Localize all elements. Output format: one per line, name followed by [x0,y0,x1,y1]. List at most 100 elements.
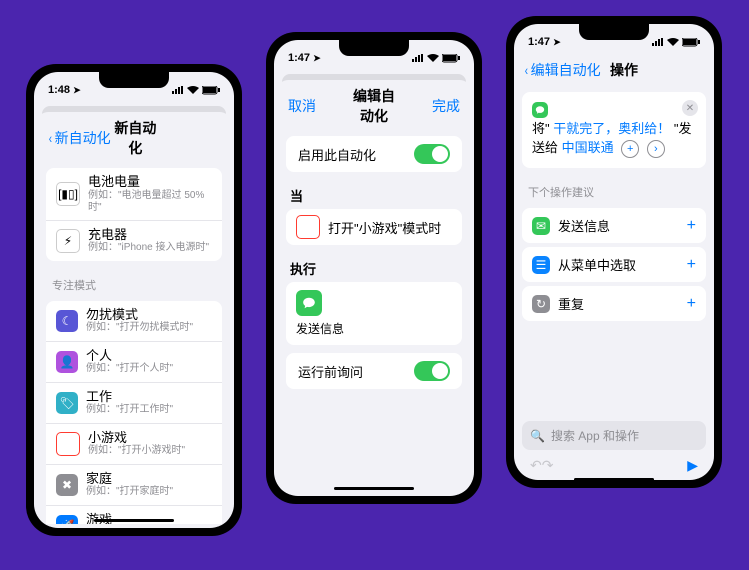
nav-bar: ‹编辑自动化 操作 [514,54,714,86]
notch [99,72,169,88]
suggestion-icon: ↻ [532,295,550,313]
row-icon: ✖ [56,474,78,496]
row-title: 电池电量 [88,174,212,190]
wifi-icon [427,54,439,62]
suggestion-row-1[interactable]: ☰ 从菜单中选取 + [522,247,706,282]
page-title: 编辑自动化 [348,86,400,126]
list-row-focus2[interactable]: 🏷 工作例如："打开工作时" [46,382,222,423]
action-name: 发送信息 [296,320,452,337]
row-icon: 👤 [56,351,78,373]
battery-icon [682,38,700,47]
toggle-ask[interactable] [414,361,450,381]
nav-bar: ‹新自动化 新自动化 [38,112,230,164]
signal-icon [172,86,184,94]
chevron-left-icon: ‹ [525,62,528,78]
section-when: 当 [278,180,470,207]
phone-right: 1:47 ➤ ‹编辑自动化 操作 ✕ 将" 干就完了，奥利给！ "发送给 中国联… [506,16,722,488]
card-message-text[interactable]: 干就完了，奥利给！ [553,121,670,136]
row-subtitle: 例如："iPhone 接入电源时" [88,242,212,254]
suggestion-icon: ✉ [532,217,550,235]
add-suggestion-button[interactable]: + [687,256,696,274]
screen-left: 1:48 ➤ ‹新自动化 新自动化 [▮▯]电池电量例如："电池电量超过 50%… [34,72,234,528]
battery-icon [442,54,460,63]
suggestion-icon: ☰ [532,256,550,274]
row-subtitle: 例如："打开工作时" [86,404,212,416]
wifi-icon [187,86,199,94]
notch [579,24,649,40]
nav-bar: 取消 编辑自动化 完成 [278,80,470,132]
signal-icon [412,54,424,62]
row-icon: [▮▯] [56,182,80,206]
group-battery: [▮▯] 电池电量例如："电池电量超过 50% 时" ⚡︎ 充电器例如："iPhone… [46,168,222,261]
list-row-focus4[interactable]: ✖家庭例如："打开家庭时" [46,464,222,505]
trigger-row[interactable]: 打开"小游戏"模式时 [286,209,462,245]
row-title: 充电器 [88,227,212,243]
list-row-focus0[interactable]: ☾勿扰模式例如："打开勿扰模式时" [46,301,222,341]
group-focus: ☾勿扰模式例如："打开勿扰模式时"👤个人例如："打开个人时" 🏷 工作例如："打开工… [46,301,222,524]
undo-button[interactable]: ↶ [530,457,542,474]
action-summary-card[interactable]: ✕ 将" 干就完了，奥利给！ "发送给 中国联通 + › [522,92,706,168]
row-label: 运行前询问 [298,362,363,381]
suggestion-title: 重复 [558,294,584,313]
row-label: 启用此自动化 [298,145,376,164]
screen-center: 1:47 ➤ 取消 编辑自动化 完成 启用此自动化 当 [274,40,474,496]
row-icon: 🏷 [56,392,78,414]
notch [339,40,409,56]
nav-back-button[interactable]: ‹新自动化 [48,128,111,148]
wifi-icon [667,38,679,46]
card-text-pre: 将" [532,121,553,136]
modal-foreground: 取消 编辑自动化 完成 启用此自动化 当 打开"小游戏"模式时 执行 [278,80,470,492]
home-indicator[interactable] [334,487,414,490]
row-subtitle: 例如："电池电量超过 50% 时" [88,190,212,214]
done-button[interactable]: 完成 [400,96,460,116]
card-recipient[interactable]: 中国联通 [562,140,614,155]
row-title: 工作 [86,389,212,405]
action-card[interactable]: 发送信息 [286,282,462,345]
trigger-text: 打开"小游戏"模式时 [328,218,441,237]
run-button[interactable]: ▶ [687,457,698,474]
row-icon [56,432,80,456]
messages-icon [532,102,548,118]
section-header-suggestions: 下个操作建议 [514,176,714,204]
messages-icon [296,290,322,316]
row-title: 游戏 [86,512,212,524]
list-row-top1[interactable]: ⚡︎ 充电器例如："iPhone 接入电源时" [46,220,222,261]
redo-button[interactable]: ↷ [542,457,554,474]
add-suggestion-button[interactable]: + [687,217,696,235]
search-placeholder: 搜索 App 和操作 [551,427,639,444]
search-apps-actions[interactable]: 🔍 搜索 App 和操作 [522,421,706,450]
nav-back-button[interactable]: ‹编辑自动化 [524,60,604,80]
page-title: 新自动化 [111,118,160,158]
phone-center: 1:47 ➤ 取消 编辑自动化 完成 启用此自动化 当 [266,32,482,504]
row-icon: ☾ [56,310,78,332]
toggle-enable[interactable] [414,144,450,164]
row-title: 家庭 [86,471,212,487]
focus-gaming-icon [296,215,320,239]
search-icon: 🔍 [530,429,545,443]
bottom-toolbar: ↶ ↷ ▶ [514,457,714,474]
remove-action-button[interactable]: ✕ [682,100,698,116]
add-suggestion-button[interactable]: + [687,295,696,313]
screen-right: 1:47 ➤ ‹编辑自动化 操作 ✕ 将" 干就完了，奥利给！ "发送给 中国联… [514,24,714,480]
cancel-button[interactable]: 取消 [288,96,348,116]
list-row-focus1[interactable]: 👤个人例如："打开个人时" [46,341,222,382]
chevron-left-icon: ‹ [49,130,52,146]
home-indicator[interactable] [94,519,174,522]
section-header-focus: 专注模式 [38,269,230,297]
row-ask-before-run[interactable]: 运行前询问 [286,353,462,389]
list-row-top0[interactable]: [▮▯] 电池电量例如："电池电量超过 50% 时" [46,168,222,220]
row-icon: 🚀 [56,515,78,524]
suggestion-row-0[interactable]: ✉发送信息+ [522,208,706,243]
status-right [172,86,220,95]
add-recipient-button[interactable]: + [621,140,639,158]
row-icon: ⚡︎ [56,229,80,253]
battery-icon [202,86,220,95]
row-subtitle: 例如："打开小游戏时" [88,445,212,457]
list-row-focus3[interactable]: 小游戏例如："打开小游戏时" [46,423,222,464]
expand-button[interactable]: › [647,140,665,158]
row-enable-automation[interactable]: 启用此自动化 [286,136,462,172]
suggestion-title: 从菜单中选取 [558,255,636,274]
home-indicator[interactable] [574,478,654,480]
suggestion-row-2[interactable]: ↻ 重复 + [522,286,706,321]
row-title: 小游戏 [88,430,212,446]
